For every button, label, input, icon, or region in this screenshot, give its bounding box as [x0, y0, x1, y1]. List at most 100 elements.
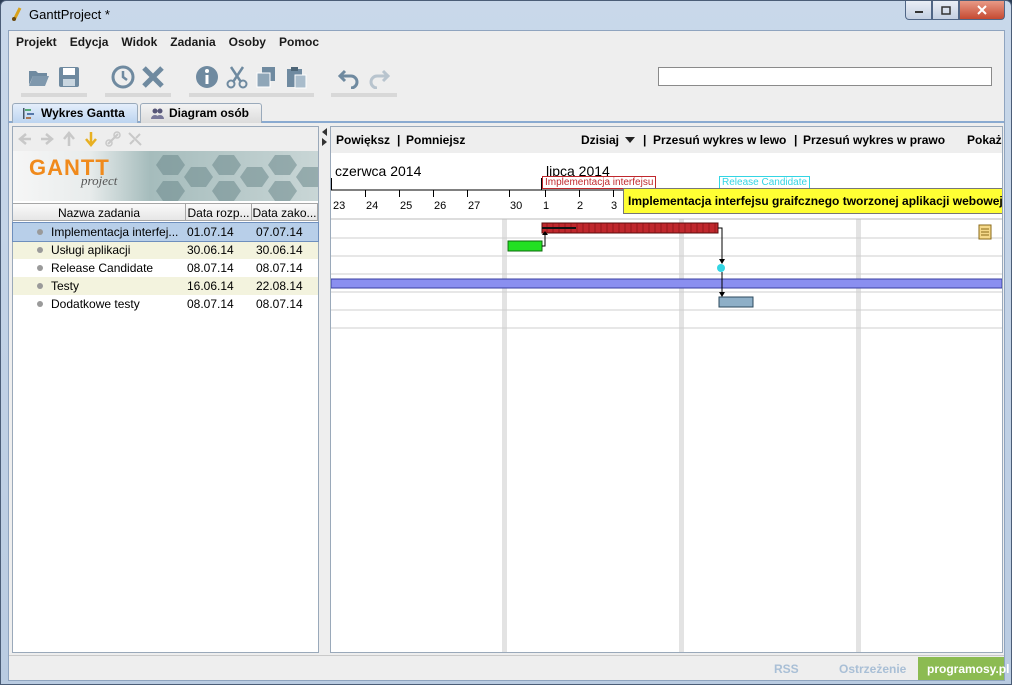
column-header-name[interactable]: Nazwa zadania [13, 203, 186, 221]
column-header-end[interactable]: Data zako... [252, 203, 318, 221]
menu-widok[interactable]: Widok [120, 31, 163, 53]
table-row[interactable]: Implementacja interfej... 01.07.14 07.07… [12, 222, 319, 242]
dependency-arrowhead [719, 259, 725, 264]
task-end-cell: 07.07.14 [256, 225, 303, 239]
menu-zadania[interactable]: Zadania [169, 31, 221, 53]
main-toolbar [9, 55, 1004, 99]
search-input[interactable] [658, 67, 992, 86]
site-badge[interactable]: programosy.pl [918, 657, 1009, 680]
day-label: 30 [510, 200, 523, 212]
dependency-arrow [718, 227, 723, 260]
tab-resource-chart-label: Diagram osób [169, 106, 250, 120]
menu-bar: Projekt Edycja Widok Zadania Osoby Pomoc [9, 31, 1004, 53]
zoom-out-link[interactable]: Pomniejsz [406, 133, 465, 147]
tab-gantt-chart[interactable]: Wykres Gantta [12, 103, 138, 123]
task-start-cell: 08.07.14 [187, 261, 234, 275]
properties-button[interactable] [189, 63, 225, 97]
arrow-down-icon[interactable] [83, 131, 99, 147]
task-bullet-icon [37, 283, 43, 289]
copy-icon [256, 67, 275, 88]
day-label: 26 [434, 200, 447, 212]
delete-button[interactable] [135, 63, 171, 97]
milestone-release-candidate[interactable] [717, 264, 725, 272]
scroll-left-link[interactable]: Przesuń wykres w lewo [653, 133, 786, 147]
task-bar-extra-tests[interactable] [718, 296, 754, 308]
today-link[interactable]: Dzisiaj [581, 133, 619, 147]
separator: | [397, 133, 401, 147]
task-start-cell: 30.06.14 [187, 243, 234, 257]
day-label: 23 [333, 200, 346, 212]
copy-button[interactable] [248, 63, 284, 97]
chevron-down-icon[interactable] [625, 137, 635, 143]
history-button[interactable] [105, 63, 141, 97]
view-tabs: Wykres Gantta Diagram osób [9, 101, 1004, 123]
column-header-start[interactable]: Data rozp... [186, 203, 252, 221]
pane-splitter[interactable] [321, 126, 329, 653]
task-tree-panel: GANTT project Nazwa zadania Data rozp...… [12, 126, 319, 653]
task-end-cell: 22.08.14 [256, 279, 303, 293]
close-button[interactable] [959, 1, 1005, 20]
tab-resource-chart[interactable]: Diagram osób [140, 103, 262, 123]
link-icon[interactable] [105, 131, 121, 147]
task-bullet-icon [37, 265, 43, 271]
collapse-left-icon[interactable] [322, 128, 327, 136]
separator: | [643, 133, 647, 147]
minimize-icon [914, 11, 923, 13]
redo-button[interactable] [361, 63, 397, 97]
dependency-arrowhead [719, 292, 725, 297]
menu-edycja[interactable]: Edycja [69, 31, 115, 53]
close-icon [977, 5, 987, 15]
arrow-right-icon[interactable] [39, 131, 55, 147]
collapse-right-icon[interactable] [322, 138, 327, 146]
table-row[interactable]: Dodatkowe testy 08.07.14 08.07.14 [13, 295, 318, 313]
scroll-right-link[interactable]: Przesuń wykres w prawo [803, 133, 945, 147]
task-bullet-icon [37, 301, 43, 307]
menu-osoby[interactable]: Osoby [228, 31, 272, 53]
task-end-cell: 08.07.14 [256, 297, 303, 311]
arrow-left-icon[interactable] [17, 131, 33, 147]
maximize-button[interactable] [932, 1, 959, 20]
task-bar-testy[interactable] [331, 278, 1002, 289]
logo-text-project: project [81, 173, 118, 188]
task-name-cell: Dodatkowe testy [13, 295, 186, 313]
client-area: Projekt Edycja Widok Zadania Osoby Pomoc [8, 30, 1009, 681]
warning-link[interactable]: Ostrzeżenie [839, 662, 906, 676]
task-name-cell: Usługi aplikacji [13, 241, 186, 259]
undo-icon [337, 69, 359, 89]
task-table-header: Nazwa zadania Data rozp... Data zako... [13, 203, 318, 221]
day-label: 2 [577, 200, 584, 212]
menu-projekt[interactable]: Projekt [15, 31, 63, 53]
task-table-body: Implementacja interfej... 01.07.14 07.07… [12, 222, 319, 313]
cut-button[interactable] [219, 63, 255, 97]
history-clock-icon [111, 65, 135, 89]
day-label: 24 [366, 200, 379, 212]
task-end-cell: 08.07.14 [256, 261, 303, 275]
open-button[interactable] [21, 63, 57, 97]
table-row[interactable]: Release Candidate 08.07.14 08.07.14 [13, 259, 318, 277]
task-start-cell: 16.06.14 [187, 279, 234, 293]
task-end-cell: 30.06.14 [256, 243, 303, 257]
unlink-icon[interactable] [127, 131, 143, 147]
table-row[interactable]: Usługi aplikacji 30.06.14 30.06.14 [13, 241, 318, 259]
save-button[interactable] [51, 63, 87, 97]
day-label: 3 [611, 200, 618, 212]
zoom-in-link[interactable]: Powiększ [336, 133, 390, 147]
rss-link[interactable]: RSS [774, 662, 799, 676]
day-label: 27 [468, 200, 481, 212]
menu-pomoc[interactable]: Pomoc [278, 31, 325, 53]
open-folder-icon [29, 71, 49, 86]
redo-icon [369, 69, 391, 89]
arrow-up-icon[interactable] [61, 131, 77, 147]
ganttproject-app-icon [12, 7, 22, 21]
save-icon [59, 67, 79, 87]
separator: | [794, 133, 798, 147]
task-name-cell: Testy [13, 277, 186, 295]
task-bar-services[interactable] [507, 240, 543, 252]
paste-button[interactable] [278, 63, 314, 97]
task-start-cell: 01.07.14 [187, 225, 234, 239]
table-row[interactable]: Testy 16.06.14 22.08.14 [13, 277, 318, 295]
show-link[interactable]: Pokaż [967, 133, 1002, 147]
info-icon [196, 66, 218, 88]
minimize-button[interactable] [905, 1, 932, 20]
undo-button[interactable] [331, 63, 367, 97]
